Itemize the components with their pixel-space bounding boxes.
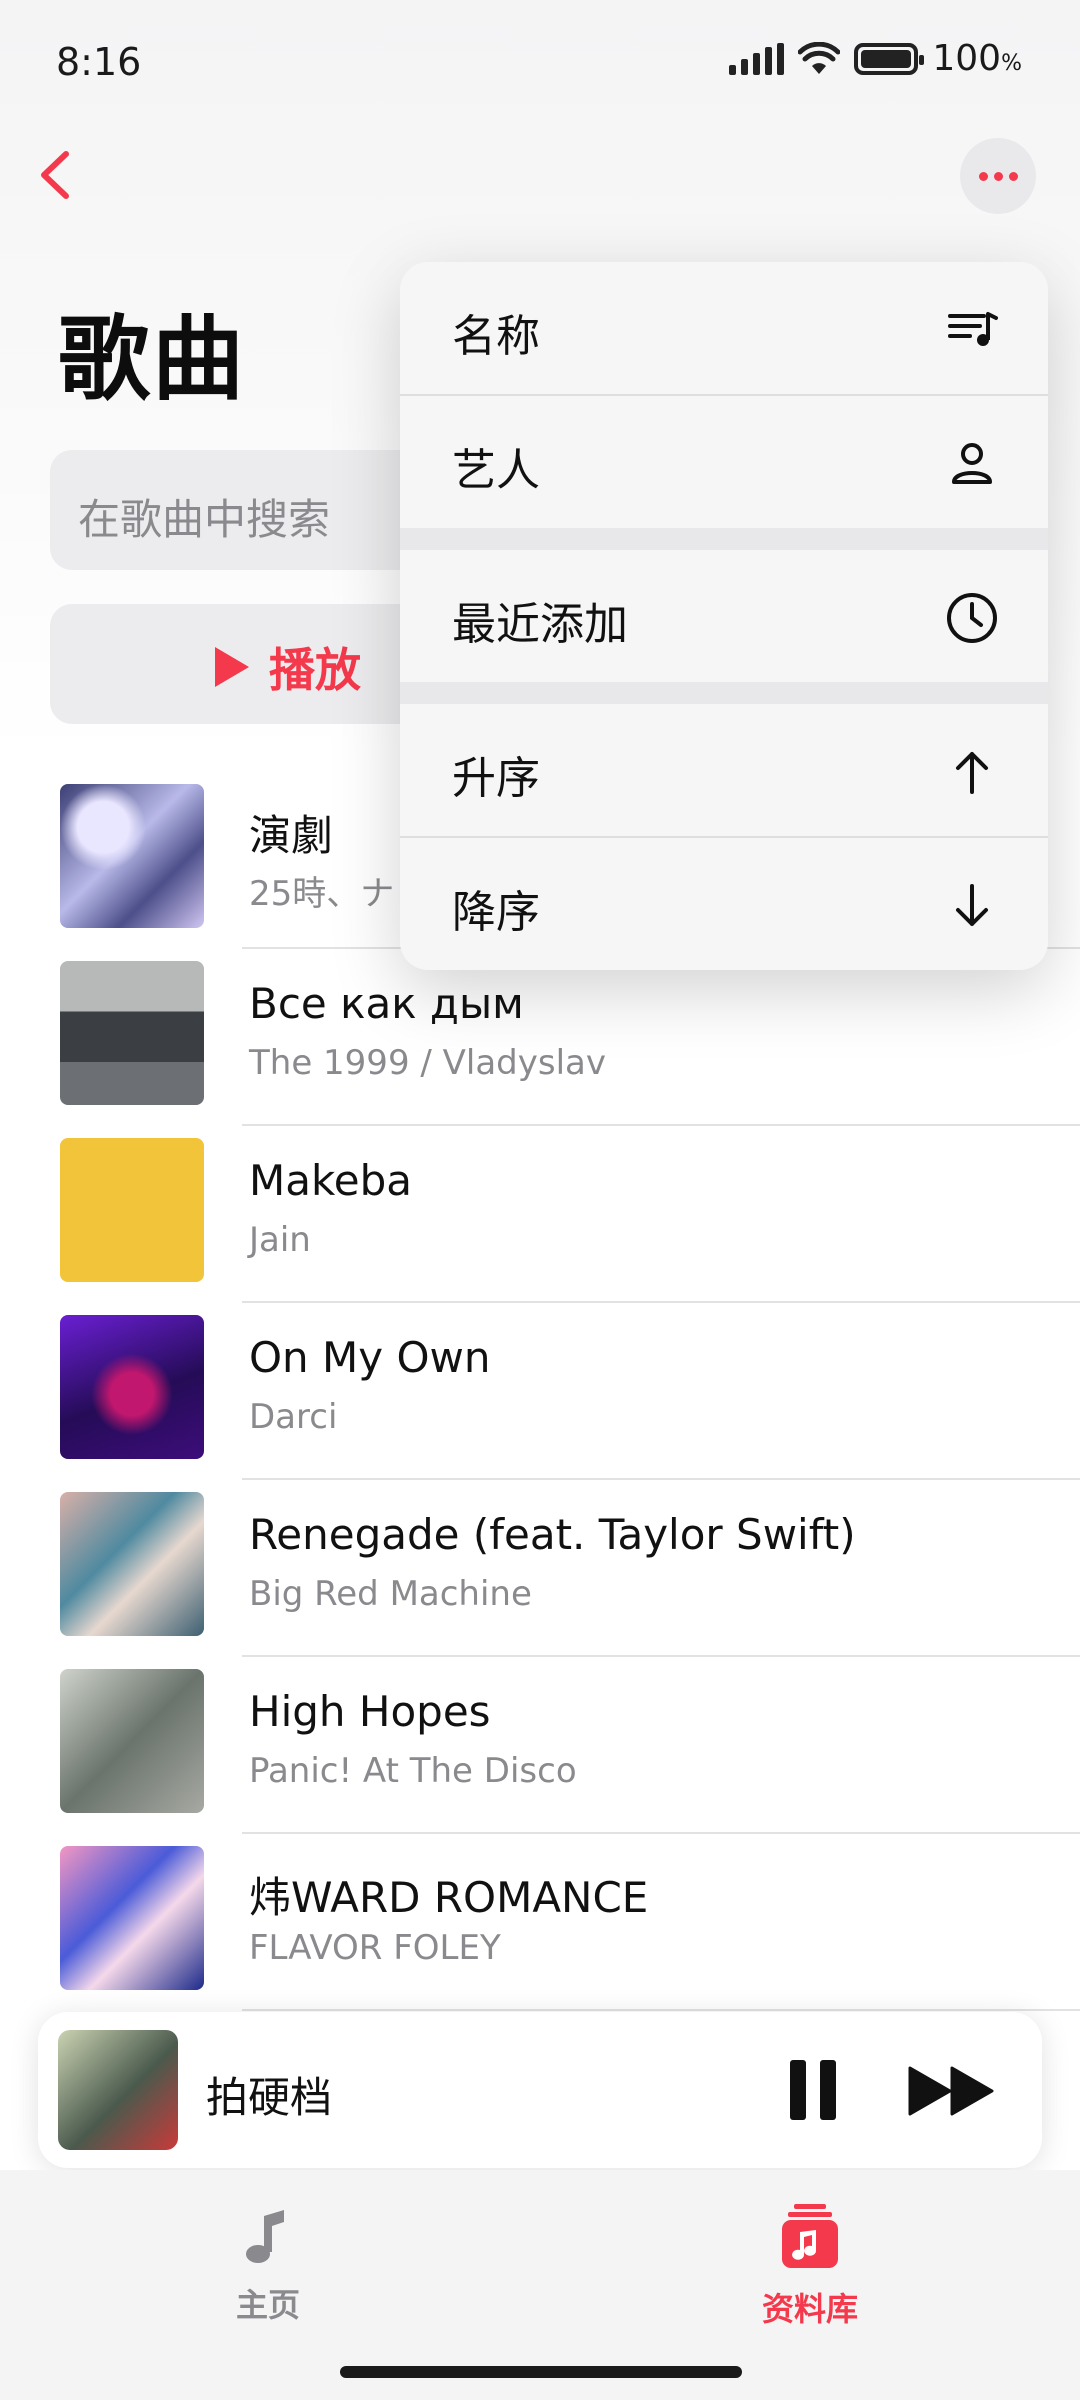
- song-title: Все как дым: [249, 979, 524, 1028]
- menu-group-gap: [400, 528, 1048, 550]
- song-title: High Hopes: [249, 1687, 491, 1736]
- song-artist: Darci: [249, 1397, 338, 1437]
- menu-item-label: 名称: [452, 311, 540, 362]
- song-row[interactable]: Renegade (feat. Taylor Swift) Big Red Ma…: [0, 1480, 1080, 1657]
- pause-bar: [820, 2060, 836, 2120]
- menu-item-label: 最近添加: [452, 599, 628, 650]
- sort-list-icon: [948, 312, 998, 346]
- song-artist: Panic! At The Disco: [249, 1751, 577, 1791]
- play-button[interactable]: 播放: [215, 634, 361, 700]
- album-art: [60, 1846, 204, 1990]
- sort-ascending-item[interactable]: 升序: [400, 704, 1048, 836]
- album-art: [60, 784, 204, 928]
- more-dot: [993, 171, 1003, 181]
- menu-item-label: 降序: [452, 887, 540, 938]
- album-art: [60, 1492, 204, 1636]
- tab-home[interactable]: 主页: [168, 2202, 368, 2326]
- tab-label: 主页: [235, 2286, 300, 2324]
- song-artist: Jain: [249, 1220, 311, 1260]
- tab-library[interactable]: 资料库: [710, 2202, 910, 2330]
- sort-by-recent-item[interactable]: 最近添加: [400, 550, 1048, 682]
- status-time: 8:16: [56, 40, 142, 84]
- album-art: [60, 1669, 204, 1813]
- sort-menu: 名称 艺人 最近添加 升序 降序: [400, 262, 1048, 970]
- song-row[interactable]: Все как дым The 1999 / Vladyslav: [0, 949, 1080, 1126]
- person-icon: [952, 443, 992, 484]
- back-chevron-icon[interactable]: [32, 148, 82, 202]
- song-title: Makeba: [249, 1156, 413, 1205]
- sort-descending-item[interactable]: 降序: [400, 838, 1048, 970]
- menu-item-label: 艺人: [452, 445, 540, 496]
- home-indicator: [340, 2366, 742, 2378]
- song-row[interactable]: High Hopes Panic! At The Disco: [0, 1657, 1080, 1834]
- song-artist: 25時、ナ: [249, 874, 395, 914]
- page-title: 歌曲: [58, 306, 247, 413]
- more-dots-icon: [978, 171, 988, 181]
- play-label: 播放: [269, 643, 361, 697]
- album-art: [60, 1138, 204, 1282]
- album-art: [60, 961, 204, 1105]
- more-options-button[interactable]: [960, 138, 1036, 214]
- tab-label: 资料库: [761, 2290, 858, 2328]
- status-indicators: 100%: [729, 38, 1022, 79]
- pause-icon: [790, 2060, 806, 2120]
- battery-icon: [854, 42, 925, 75]
- menu-group-gap: [400, 682, 1048, 704]
- divider: [242, 2009, 1080, 2011]
- now-playing-title: 拍硬档: [206, 2073, 333, 2122]
- song-artist: The 1999 / Vladyslav: [249, 1043, 606, 1083]
- signal-icon: [729, 42, 785, 75]
- pause-button[interactable]: [790, 2060, 840, 2120]
- song-title: Renegade (feat. Taylor Swift): [249, 1510, 856, 1559]
- album-art: [60, 1315, 204, 1459]
- mini-player[interactable]: 拍硬档: [38, 2012, 1042, 2168]
- arrow-down-icon: [956, 884, 988, 926]
- clock-icon: [947, 593, 997, 643]
- more-dot: [1008, 171, 1018, 181]
- search-placeholder: 在歌曲中搜索: [78, 495, 331, 544]
- battery-level: 100%: [932, 38, 1022, 79]
- arrow-up-icon: [956, 752, 988, 794]
- song-artist: FLAVOR FOLEY: [249, 1928, 501, 1968]
- song-row[interactable]: Makeba Jain: [0, 1126, 1080, 1303]
- music-note-icon: [246, 2210, 284, 2263]
- sort-by-name-item[interactable]: 名称: [400, 262, 1048, 394]
- song-row[interactable]: On My Own Darci: [0, 1303, 1080, 1480]
- play-icon: [215, 647, 249, 687]
- now-playing-art: [58, 2030, 178, 2150]
- song-artist: Big Red Machine: [249, 1574, 532, 1614]
- song-title: 炜WARD ROMANCE: [249, 1873, 649, 1922]
- menu-item-label: 升序: [452, 753, 540, 804]
- wifi-icon: [798, 41, 841, 74]
- library-icon: [782, 2204, 838, 2268]
- song-title: 演劇: [249, 811, 334, 860]
- skip-forward-button[interactable]: [908, 2066, 994, 2116]
- song-row[interactable]: 炜WARD ROMANCE FLAVOR FOLEY: [0, 1834, 1080, 2011]
- song-title: On My Own: [249, 1333, 491, 1382]
- sort-by-artist-item[interactable]: 艺人: [400, 396, 1048, 528]
- screen: 8:16 100% 歌曲 在歌曲中搜索 播放 演劇 25時、ナ Все как …: [0, 0, 1080, 2400]
